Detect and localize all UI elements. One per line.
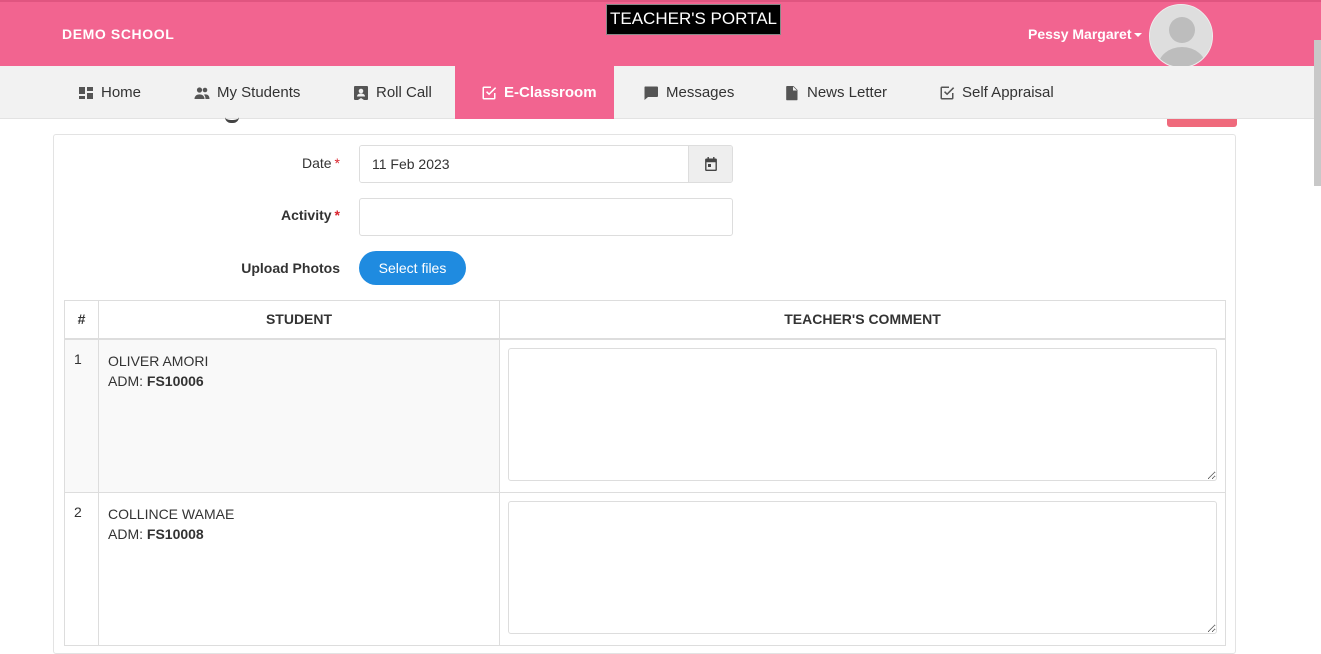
document-icon (786, 85, 798, 100)
dashboard-icon (79, 86, 93, 99)
comment-cell (499, 338, 1226, 493)
teacher-comment-input[interactable] (508, 500, 1217, 634)
checkbox-outline-icon (940, 86, 955, 99)
column-header-student: STUDENT (98, 300, 500, 340)
nav-e-classroom[interactable]: E-Classroom (455, 66, 614, 119)
main-nav: Home My Students Roll Call E-Classroom M… (0, 66, 1321, 119)
user-menu[interactable]: Pessy Margaret (1028, 26, 1142, 42)
activity-input[interactable] (359, 198, 733, 236)
nav-label: News Letter (807, 84, 888, 101)
nav-my-students[interactable]: My Students (188, 66, 306, 119)
date-input[interactable] (360, 146, 688, 182)
nav-label: Roll Call (376, 84, 432, 101)
comment-cell (499, 491, 1226, 646)
nav-label: My Students (217, 84, 301, 101)
student-name: COLLINCE WAMAE (108, 505, 235, 522)
header-action-button[interactable] (1167, 119, 1237, 127)
top-header: DEMO SCHOOL TEACHER'S PORTAL Pessy Marga… (0, 0, 1321, 68)
row-number: 1 (64, 338, 99, 493)
nav-label: Messages (666, 84, 735, 101)
nav-news-letter[interactable]: News Letter (778, 66, 893, 119)
user-name[interactable]: Pessy Margaret (1028, 26, 1132, 42)
people-icon (194, 86, 210, 99)
student-name: OLIVER AMORI (108, 352, 209, 369)
student-adm: ADM: FS10006 (108, 372, 204, 389)
upload-photos-label: Upload Photos (241, 260, 340, 276)
activity-label: Activity * (280, 207, 340, 223)
required-mark: * (334, 155, 340, 171)
school-name[interactable]: DEMO SCHOOL (62, 26, 174, 42)
nav-home[interactable]: Home (72, 66, 147, 119)
nav-roll-call[interactable]: Roll Call (347, 66, 438, 119)
date-label: Date * (301, 155, 340, 171)
nav-messages[interactable]: Messages (637, 66, 740, 119)
nav-label: Home (101, 84, 142, 101)
nav-self-appraisal[interactable]: Self Appraisal (933, 66, 1060, 119)
teacher-comment-input[interactable] (508, 347, 1217, 481)
table-header-row: # STUDENT TEACHER'S COMMENT (64, 300, 1226, 340)
scrollbar[interactable] (1314, 40, 1321, 186)
nav-label: E-Classroom (504, 84, 597, 101)
chat-icon (644, 86, 658, 100)
table-row: 1 OLIVER AMORI ADM: FS10006 (64, 338, 1226, 493)
select-files-button[interactable]: Select files (359, 251, 466, 285)
user-avatar-icon (1150, 5, 1212, 67)
id-card-icon (354, 85, 368, 100)
adm-number: FS10008 (146, 525, 204, 542)
calendar-icon (704, 157, 717, 171)
calendar-button[interactable] (688, 146, 732, 182)
student-cell: OLIVER AMORI ADM: FS10006 (98, 338, 500, 493)
column-header-comment: TEACHER'S COMMENT (499, 300, 1226, 340)
student-cell: COLLINCE WAMAE ADM: FS10008 (98, 491, 500, 646)
required-mark: * (334, 207, 340, 223)
page-title-remnant (225, 116, 239, 123)
caret-down-icon[interactable] (1133, 33, 1142, 38)
portal-title: TEACHER'S PORTAL (606, 4, 781, 35)
nav-label: Self Appraisal (962, 84, 1054, 101)
date-picker (359, 145, 733, 183)
row-number: 2 (64, 491, 99, 646)
checkbox-icon (482, 86, 497, 99)
students-table: # STUDENT TEACHER'S COMMENT 1 OLIVER AMO… (64, 300, 1226, 646)
student-adm: ADM: FS10008 (108, 525, 204, 542)
adm-number: FS10006 (146, 372, 204, 389)
column-header-number: # (64, 300, 99, 340)
table-row: 2 COLLINCE WAMAE ADM: FS10008 (64, 491, 1226, 646)
avatar[interactable] (1149, 4, 1213, 68)
